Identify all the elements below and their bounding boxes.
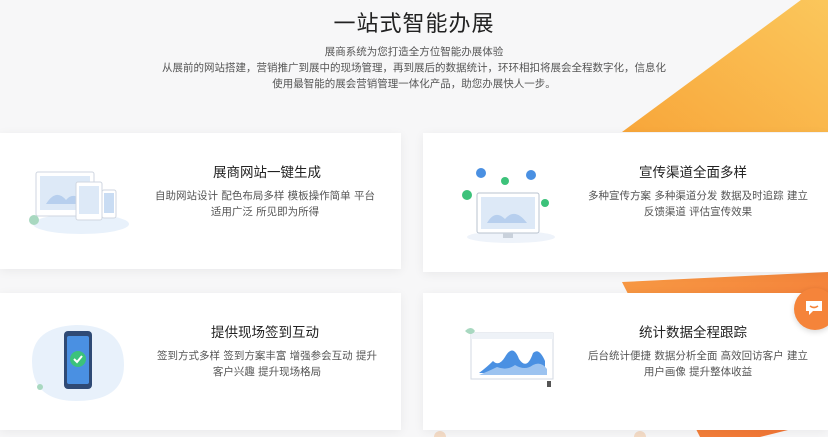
card-desc-line-1: 多种宣传方案 多种渠道分发 数据及时追踪 建立 xyxy=(587,190,808,202)
card-desc-line-1: 签到方式多样 签到方案丰富 增强参会互动 提升 xyxy=(156,350,377,362)
feature-card-promotion[interactable]: 宣传渠道全面多样 多种宣传方案 多种渠道分发 数据及时追踪 建立 反馈渠道 评估… xyxy=(423,133,828,272)
monitor-social-illustration-icon xyxy=(462,168,555,243)
card-title: 提供现场签到互动 xyxy=(211,325,319,341)
chat-button[interactable] xyxy=(794,288,828,330)
hero-line-3: 使用最智能的展会营销管理一体化产品，助您办展快人一步。 xyxy=(272,78,556,90)
feature-card-website[interactable]: 展商网站一键生成 自助网站设计 配色布局多样 模板操作简单 平台 适用广泛 所见… xyxy=(0,133,401,269)
card-desc-line-1: 自助网站设计 配色布局多样 模板操作简单 平台 xyxy=(154,190,375,202)
phone-checkin-illustration-icon xyxy=(32,325,124,401)
card-description: 自助网站设计 配色布局多样 模板操作简单 平台 适用广泛 所见即为所得 xyxy=(150,188,380,220)
chat-bubble-icon xyxy=(806,301,822,315)
hero-description: 展商系统为您打造全方位智能办展体验 从展前的网站搭建，营销推广到展中的现场管理，… xyxy=(0,44,828,92)
card-desc-line-2: 客户兴趣 提升现场格局 xyxy=(212,366,322,378)
hero-section: 一站式智能办展 展商系统为您打造全方位智能办展体验 从展前的网站搭建，营销推广到… xyxy=(0,0,828,92)
card-desc-line-2: 用户画像 提升整体收益 xyxy=(643,366,753,378)
page-title: 一站式智能办展 xyxy=(333,12,495,37)
hero-line-1: 展商系统为您打造全方位智能办展体验 xyxy=(324,46,504,58)
feature-card-statistics[interactable]: 统计数据全程跟踪 后台统计便捷 数据分析全面 高效回访客户 建立 用户画像 提升… xyxy=(423,293,828,430)
card-desc-line-2: 适用广泛 所见即为所得 xyxy=(210,206,320,218)
card-description: 多种宣传方案 多种渠道分发 数据及时追踪 建立 反馈渠道 评估宣传效果 xyxy=(583,188,813,220)
hero-line-2: 从展前的网站搭建，营销推广到展中的现场管理，再到展后的数据统计，环环相扣将展会全… xyxy=(162,62,666,74)
card-description: 签到方式多样 签到方案丰富 增强参会互动 提升 客户兴趣 提升现场格局 xyxy=(152,348,382,380)
feature-card-checkin[interactable]: 提供现场签到互动 签到方式多样 签到方案丰富 增强参会互动 提升 客户兴趣 提升… xyxy=(0,293,401,430)
card-title: 宣传渠道全面多样 xyxy=(639,165,747,181)
card-title: 统计数据全程跟踪 xyxy=(639,325,747,341)
card-description: 后台统计便捷 数据分析全面 高效回访客户 建立 用户画像 提升整体收益 xyxy=(583,348,813,380)
card-title: 展商网站一键生成 xyxy=(213,165,321,181)
card-desc-line-2: 反馈渠道 评估宣传效果 xyxy=(643,206,753,218)
data-chart-illustration-icon xyxy=(465,328,554,387)
devices-illustration-icon xyxy=(29,171,129,234)
card-desc-line-1: 后台统计便捷 数据分析全面 高效回访客户 建立 xyxy=(587,350,808,362)
